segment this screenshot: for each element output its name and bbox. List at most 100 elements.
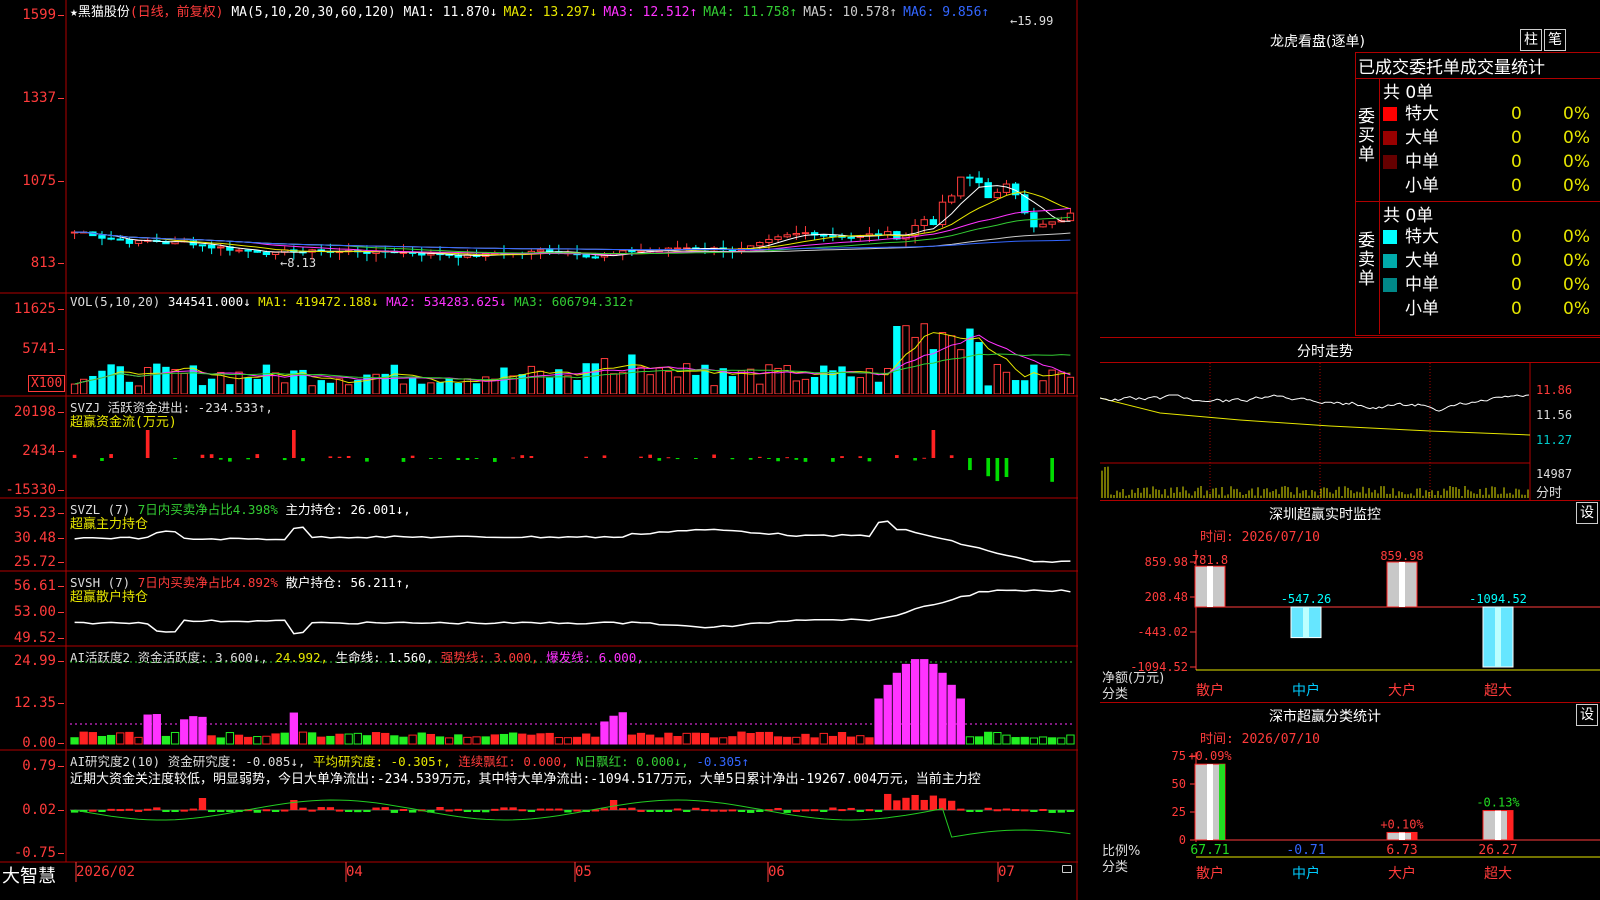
ai-research-bar	[929, 795, 938, 810]
ai-research-bar	[701, 809, 709, 812]
ai-active-bar	[691, 732, 700, 745]
period-label[interactable]: (日线，前复权)	[130, 5, 224, 20]
ai-research-bar	[774, 807, 782, 810]
volume-bar	[756, 383, 764, 394]
candle-body	[98, 235, 106, 239]
ai-active-bar	[847, 736, 856, 745]
right-sidebar: 龙虎看盘(逐单) 柱 笔 已成交委托单成交量统计 委买单 共 0单 特大 0 0% 大…	[1100, 0, 1600, 900]
ai-research-bar	[180, 809, 188, 812]
volume-bar	[993, 363, 1002, 394]
ai-research-bar	[893, 800, 901, 810]
sz-monitor-chart[interactable]: 859.98 208.48 -443.02 -1094.52 781.8 散户 -547.2…	[1100, 540, 1600, 700]
sell-row: 大单 0 0%	[1383, 249, 1600, 273]
sell-row-name: 小单	[1405, 299, 1439, 319]
ai-research-bar	[655, 810, 663, 812]
ai-research-bar	[984, 807, 992, 810]
ai-active-bar	[755, 731, 764, 745]
volume-bar	[134, 385, 143, 394]
volume-bar	[418, 383, 426, 394]
volume-bar	[180, 372, 188, 394]
ai-active-bar	[828, 735, 838, 745]
sell-row-count: 0	[1511, 299, 1522, 319]
volume-bar	[244, 377, 252, 394]
volume-bars[interactable]	[70, 306, 1075, 394]
volume-bar	[162, 366, 170, 394]
volume-bar	[801, 378, 810, 394]
ai-active-bar	[773, 736, 783, 745]
ai-research-bar	[390, 810, 398, 813]
volume-bar	[1057, 371, 1065, 394]
ai-active-bar	[929, 663, 938, 745]
volume-bar	[143, 366, 152, 394]
candle-body	[536, 249, 545, 252]
candle-body	[783, 234, 791, 238]
ai-active-bar	[399, 736, 408, 745]
sell-side-label: 委卖单	[1358, 231, 1375, 289]
sz-class-bar-value: 6.73	[1386, 843, 1417, 858]
svzj-bar	[831, 458, 835, 462]
volume-bar	[107, 364, 115, 394]
lock-icon[interactable]	[1062, 865, 1072, 873]
ai-research-bar	[683, 810, 691, 812]
volume-bar	[673, 376, 682, 394]
ai-research-bars[interactable]	[70, 784, 1075, 860]
sz-class-ytick: 25	[1172, 805, 1186, 819]
svzj-bar	[895, 455, 899, 458]
volume-bar	[326, 382, 335, 394]
sz-class-settings-button[interactable]: 设	[1576, 704, 1598, 726]
ai-active-y-bot: 0.00	[0, 736, 64, 750]
ai-research-bar	[911, 794, 919, 810]
ai-research-bar	[664, 810, 673, 812]
svzl-line[interactable]	[70, 500, 1075, 570]
candle-body	[217, 246, 225, 249]
sz-monitor-bar-3	[1482, 606, 1514, 668]
buy-row: 小单 0 0%	[1383, 174, 1600, 198]
pen-mode-button[interactable]: 笔	[1544, 29, 1566, 51]
sz-monitor-bar-1	[1290, 606, 1322, 639]
vol-unit-badge[interactable]: X100	[28, 375, 66, 392]
svzj-bars[interactable]	[70, 400, 1075, 496]
ai-research-bar	[354, 810, 362, 813]
ai-active-bar	[454, 734, 463, 745]
date-axis	[75, 862, 999, 882]
sz-monitor-settings-button[interactable]: 设	[1576, 502, 1598, 524]
svzj-bar	[949, 455, 954, 458]
intraday-chart[interactable]	[1100, 363, 1600, 500]
svsh-line[interactable]	[70, 573, 1075, 645]
volume-bar	[929, 349, 938, 394]
svzj-bar	[429, 458, 433, 459]
buy-row-pct: 0%	[1563, 104, 1590, 124]
ai-active-bars[interactable]	[70, 648, 1075, 748]
sell-row-name: 中单	[1405, 275, 1439, 295]
svzj-bar	[529, 456, 534, 458]
svzj-bar	[657, 458, 662, 461]
sz-class-chart[interactable]: 75 50 25 0 +0.09% 67.71 散户 -0.71 中户 +0.10% 6.73 大户 -…	[1100, 742, 1600, 900]
svzj-bar	[858, 456, 863, 458]
bar-mode-button[interactable]: 柱	[1520, 29, 1542, 51]
svzj-bar	[328, 456, 333, 458]
svzj-bar	[109, 454, 113, 458]
sz-class-bar-edge	[1411, 832, 1417, 840]
ai-research-bar	[308, 809, 316, 812]
date-label-4: 07	[998, 864, 1015, 880]
ai-active-bar	[682, 732, 691, 745]
ai-research-bar	[792, 809, 800, 812]
kline-chart-area[interactable]: ★黑猫股份(日线，前复权) MA(5,10,20,30,60,120) MA1:…	[0, 0, 1078, 900]
volume-bar	[984, 385, 992, 394]
volume-bar	[975, 342, 983, 394]
price-candles[interactable]	[70, 20, 1075, 292]
ai-research-bar	[728, 809, 737, 812]
svzj-bar	[730, 458, 735, 460]
brand-logo[interactable]: 大智慧	[2, 862, 56, 888]
ai-active-bar	[335, 733, 344, 745]
volume-bar	[1011, 380, 1020, 394]
buy-row-count: 0	[1511, 176, 1522, 196]
sz-monitor-bar-highlight	[1399, 562, 1405, 607]
sz-monitor-ytick: -443.02	[1137, 625, 1188, 639]
candle-body	[262, 251, 271, 256]
sz-monitor-bar-highlight	[1303, 607, 1309, 638]
candle-body	[207, 244, 216, 249]
ai-active-bar	[984, 731, 993, 745]
star-icon[interactable]: ★	[70, 5, 78, 20]
sz-monitor-bar-0	[1194, 565, 1226, 608]
